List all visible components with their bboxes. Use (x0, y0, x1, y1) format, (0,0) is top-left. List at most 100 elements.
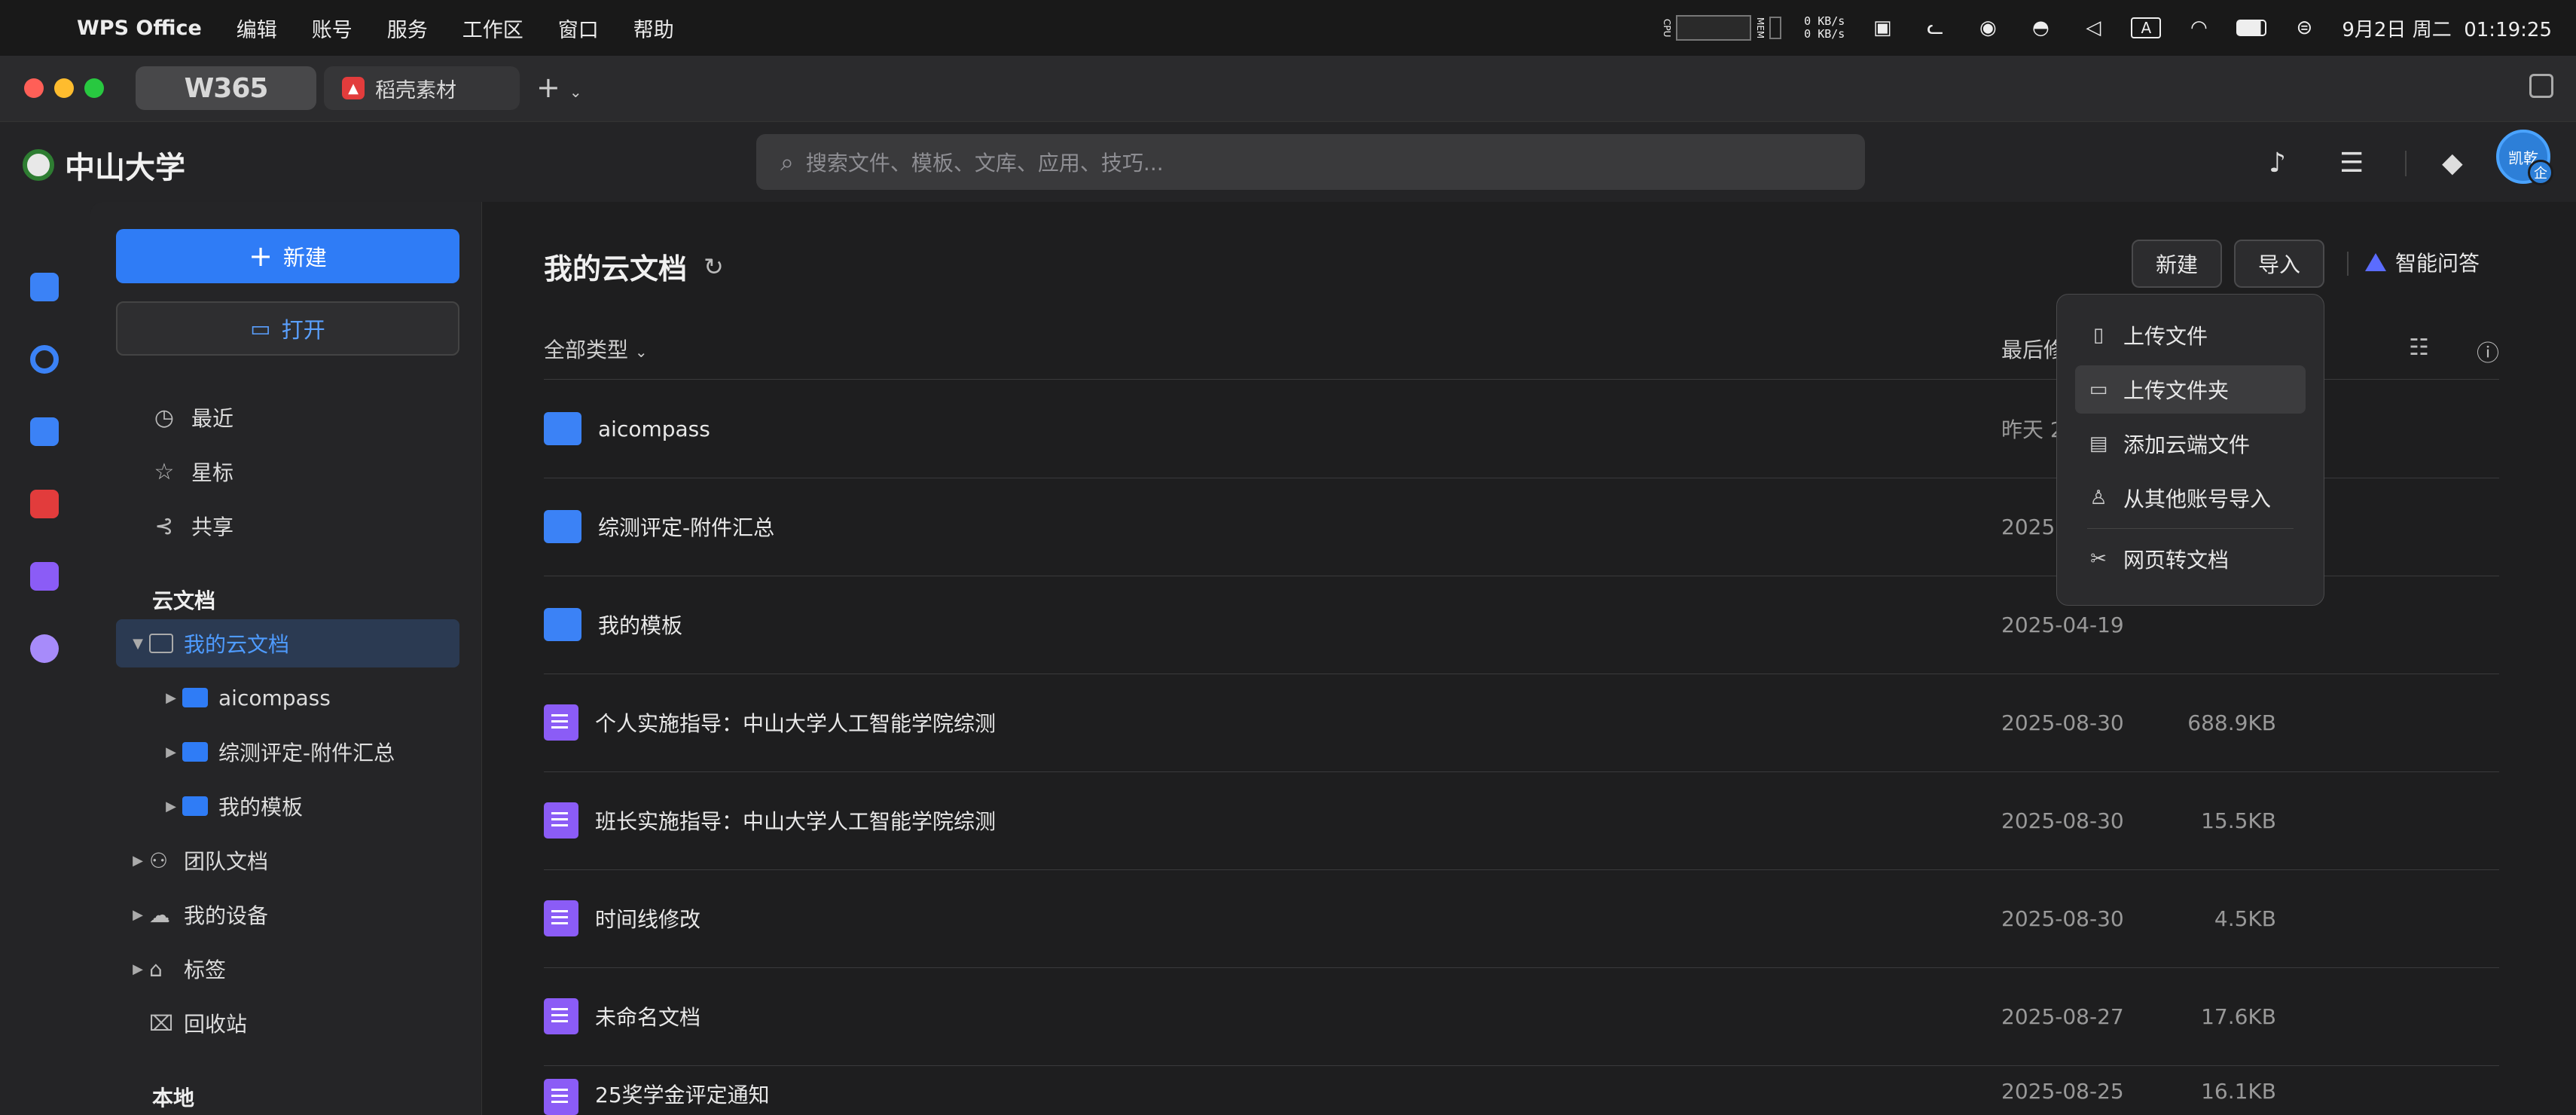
cat-icon[interactable]: ᓚ (1920, 17, 1950, 39)
tree-devices[interactable]: ▶ ☁ 我的设备 (116, 890, 459, 939)
docer-app-icon[interactable] (30, 490, 59, 518)
table-row[interactable]: 个人实施指导：中山大学人工智能学院综测 2025-08-30 688.9KB (544, 674, 2499, 771)
nav-star[interactable]: ☆ 星标 (151, 455, 233, 488)
menu-item-upload-file[interactable]: ▯ 上传文件 (2075, 311, 2306, 359)
caret-right-icon[interactable]: ▶ (160, 744, 182, 760)
tree-zongce[interactable]: ▶ 综测评定-附件汇总 (116, 728, 459, 776)
menu-item-web-to-doc[interactable]: ✂ 网页转文档 (2075, 535, 2306, 583)
org-switcher[interactable]: 中山大学 (23, 143, 185, 187)
clock[interactable]: 9月2日 周二 01:19:25 (2342, 14, 2552, 42)
person-icon: ♙ (2089, 487, 2107, 509)
apps-grid-icon[interactable] (30, 562, 59, 591)
page-title: 我的云文档 ↻ (544, 252, 724, 286)
tab-docer[interactable]: ▲ 稻壳素材 (324, 66, 520, 110)
battery-icon[interactable] (2236, 17, 2267, 39)
chevron-down-icon[interactable]: ⌄ (569, 83, 582, 101)
team-icon: ⚇ (149, 848, 169, 873)
folder-icon (182, 796, 208, 816)
window-switch-icon[interactable] (2529, 74, 2553, 98)
share-icon: ⊰ (154, 512, 174, 539)
clipboard-icon[interactable]: ▣ (1867, 17, 1897, 39)
hat-icon[interactable]: ◓ (2025, 17, 2056, 39)
caret-right-icon[interactable]: ▶ (160, 799, 182, 814)
cloud-app-icon[interactable] (30, 345, 59, 374)
wechat-icon[interactable]: ◉ (1973, 17, 2003, 39)
import-button[interactable]: 导入 (2234, 240, 2324, 288)
cpu-monitor[interactable]: CPU MEM (1662, 15, 1782, 41)
menu-window[interactable]: 窗口 (558, 14, 599, 43)
caret-right-icon[interactable]: ▶ (127, 961, 149, 977)
info-icon[interactable]: ⓘ (2477, 334, 2499, 368)
ai-assistant-icon[interactable] (30, 634, 59, 663)
header: 中山大学 ⌕ 搜索文件、模板、文库、应用、技巧... ♪ ☰ ◆ 凯乾 企 (0, 122, 2576, 202)
cloud-device-icon: ☁ (149, 902, 170, 927)
scissors-icon: ✂ (2090, 548, 2107, 570)
mute-icon[interactable]: ◁ (2078, 17, 2108, 39)
trash-icon: ⌧ (149, 1010, 174, 1036)
tree-templates[interactable]: ▶ 我的模板 (116, 782, 459, 830)
layers-icon[interactable]: ◆ (2442, 148, 2463, 179)
folder-icon (182, 688, 208, 707)
nav-share[interactable]: ⊰ 共享 (151, 509, 233, 542)
file-icon: ▯ (2092, 324, 2104, 347)
minimize-window-button[interactable] (54, 78, 74, 98)
ai-logo-icon (2365, 253, 2386, 271)
chevron-down-icon: ⌄ (634, 343, 648, 361)
tree-tags[interactable]: ▶ ⌂ 标签 (116, 945, 459, 993)
nav-recent[interactable]: ◷ 最近 (151, 401, 233, 434)
cloud-file-icon: ▤ (2089, 432, 2108, 455)
calendar-app-icon[interactable] (30, 417, 59, 446)
ai-qa-button[interactable]: 智能问答 (2365, 247, 2480, 277)
folder-icon (182, 742, 208, 762)
menu-workspace[interactable]: 工作区 (462, 14, 523, 43)
menu-service[interactable]: 服务 (387, 14, 428, 43)
new-file-button[interactable]: 新建 (2132, 240, 2222, 288)
document-icon (544, 998, 578, 1034)
table-row[interactable]: 未命名文档 2025-08-27 17.6KB (544, 967, 2499, 1065)
mem-graph (1769, 17, 1782, 39)
table-row[interactable]: 时间线修改 2025-08-30 4.5KB (544, 869, 2499, 967)
divider (2347, 252, 2349, 276)
plus-icon: + (249, 240, 273, 273)
network-monitor[interactable]: 0 KB/s 0 KB/s (1804, 15, 1845, 41)
table-row[interactable]: 25奖学金评定通知 2025-08-25 16.1KB (544, 1065, 2499, 1115)
headset-icon[interactable]: ♪ (2269, 148, 2286, 179)
caret-right-icon[interactable]: ▶ (127, 853, 149, 869)
control-center-icon[interactable]: ⊜ (2289, 17, 2319, 39)
close-window-button[interactable] (24, 78, 44, 98)
new-button[interactable]: + 新建 (116, 229, 459, 283)
caret-down-icon[interactable]: ▼ (127, 636, 149, 652)
menu-app[interactable]: WPS Office (77, 17, 202, 40)
docs-app-icon[interactable] (30, 273, 59, 301)
new-tab-button[interactable]: + ⌄ (536, 71, 582, 104)
search-input[interactable]: ⌕ 搜索文件、模板、文库、应用、技巧... (756, 134, 1865, 190)
org-logo-icon (23, 149, 54, 181)
refresh-icon[interactable]: ↻ (704, 252, 724, 281)
maximize-window-button[interactable] (84, 78, 104, 98)
input-method-icon[interactable]: A (2131, 17, 2162, 38)
avatar[interactable]: 凯乾 企 (2496, 130, 2553, 185)
open-button[interactable]: ▭ 打开 (116, 301, 459, 356)
tree-my-cloud[interactable]: ▼ 我的云文档 (116, 619, 459, 667)
table-row[interactable]: 班长实施指导：中山大学人工智能学院综测 2025-08-30 15.5KB (544, 771, 2499, 869)
settings-sliders-icon[interactable]: ☰ (2339, 148, 2364, 179)
menu-item-add-cloud-file[interactable]: ▤ 添加云端文件 (2075, 420, 2306, 468)
section-local: 本地 (152, 1086, 195, 1110)
caret-right-icon[interactable]: ▶ (160, 690, 182, 706)
column-modified[interactable]: 最后修 (2001, 334, 2065, 364)
menu-item-upload-folder[interactable]: ▭ 上传文件夹 (2075, 365, 2306, 414)
caret-right-icon[interactable]: ▶ (127, 907, 149, 923)
folder-icon (544, 412, 581, 445)
menu-edit[interactable]: 编辑 (237, 14, 277, 43)
menu-item-import-other-account[interactable]: ♙ 从其他账号导入 (2075, 474, 2306, 522)
app-rail (0, 202, 90, 1115)
tree-aicompass[interactable]: ▶ aicompass (116, 674, 459, 722)
menu-help[interactable]: 帮助 (633, 14, 674, 43)
tree-trash[interactable]: ⌧ 回收站 (116, 999, 459, 1047)
menu-account[interactable]: 账号 (312, 14, 353, 43)
sort-settings-icon[interactable]: ☷ (2409, 334, 2429, 361)
tree-team[interactable]: ▶ ⚇ 团队文档 (116, 836, 459, 884)
tab-w365[interactable]: W365 (136, 66, 316, 110)
wifi-icon[interactable]: ◠ (2184, 17, 2214, 39)
type-filter[interactable]: 全部类型 ⌄ (544, 334, 648, 364)
